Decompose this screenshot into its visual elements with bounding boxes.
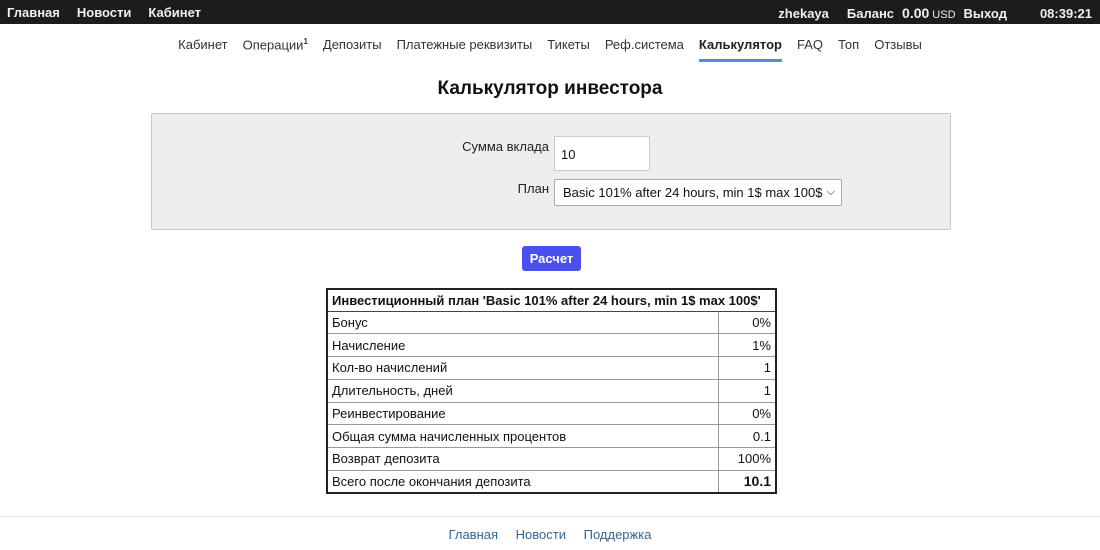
- top-link-home[interactable]: Главная: [7, 5, 60, 20]
- page-title: Калькулятор инвестора: [437, 78, 663, 99]
- plan-select[interactable]: Basic 101% after 24 hours, min 1$ max 10…: [554, 179, 842, 206]
- table-row: Бонус 0%: [326, 310, 777, 335]
- table-row: Начисление 1%: [326, 333, 777, 357]
- table-row: Возврат депозита 100%: [326, 447, 777, 471]
- top-links: Главная Новости Кабинет: [7, 5, 218, 20]
- row-value: 0%: [717, 401, 777, 426]
- top-user-area: zhekaya Баланс 0.00 USD Выход 08:39:21: [778, 5, 1092, 21]
- nav-item-cabinet[interactable]: Кабинет: [178, 37, 227, 62]
- row-label: Кол-во начислений: [326, 356, 719, 380]
- calculate-button[interactable]: Расчет: [522, 246, 581, 271]
- sum-input[interactable]: 10: [554, 136, 650, 171]
- plan-select-value: Basic 101% after 24 hours, min 1$ max 10…: [563, 185, 823, 200]
- nav-item-referral[interactable]: Реф.система: [605, 37, 684, 62]
- top-link-cabinet[interactable]: Кабинет: [148, 5, 201, 20]
- row-label: Возврат депозита: [326, 447, 719, 471]
- row-label: Начисление: [326, 333, 719, 357]
- username[interactable]: zhekaya: [778, 6, 829, 21]
- top-bar: Главная Новости Кабинет zhekaya Баланс 0…: [0, 0, 1100, 24]
- row-value: 1%: [717, 333, 777, 357]
- operations-badge: 1: [303, 37, 308, 46]
- results-table: Инвестиционный план 'Basic 101% after 24…: [326, 288, 777, 494]
- nav-item-faq[interactable]: FAQ: [797, 37, 823, 62]
- table-row: Общая сумма начисленных процентов 0.1: [326, 424, 777, 448]
- nav-item-label: Операции: [242, 37, 304, 53]
- main-nav: Кабинет Операции1 Депозиты Платежные рек…: [0, 37, 1100, 62]
- footer-divider: [0, 516, 1100, 517]
- clock: 08:39:21: [1039, 6, 1092, 21]
- footer-link-support[interactable]: Поддержка: [584, 527, 652, 542]
- nav-item-top[interactable]: Топ: [838, 37, 859, 62]
- sum-label: Сумма вклада: [462, 139, 549, 154]
- row-value: 100%: [717, 447, 777, 471]
- balance-label: Баланс: [846, 6, 895, 21]
- table-row: Всего после окончания депозита 10.1: [326, 469, 777, 494]
- nav-item-payment-details[interactable]: Платежные реквизиты: [397, 37, 533, 62]
- chevron-down-icon: ⌵: [826, 186, 835, 198]
- table-row: Кол-во начислений 1: [326, 356, 777, 380]
- footer-link-news[interactable]: Новости: [516, 527, 566, 542]
- footer-link-home[interactable]: Главная: [449, 527, 498, 542]
- footer-links: Главная Новости Поддержка: [0, 527, 1100, 542]
- row-label: Всего после окончания депозита: [326, 469, 719, 494]
- nav-item-deposits[interactable]: Депозиты: [323, 37, 382, 62]
- balance-currency: USD: [932, 9, 956, 21]
- logout-link[interactable]: Выход: [964, 6, 1007, 21]
- row-value: 1: [717, 356, 777, 380]
- row-label: Реинвестирование: [326, 401, 719, 426]
- nav-item-reviews[interactable]: Отзывы: [874, 37, 922, 62]
- plan-label: План: [517, 181, 549, 196]
- calculator-form: Сумма вклада 10 План Basic 101% after 24…: [151, 113, 951, 230]
- row-value: 0%: [717, 310, 777, 335]
- nav-item-tickets[interactable]: Тикеты: [547, 37, 590, 62]
- row-value: 0.1: [717, 424, 777, 448]
- balance-value: 0.00: [902, 5, 930, 21]
- nav-item-operations[interactable]: Операции1: [243, 37, 308, 62]
- top-link-news[interactable]: Новости: [77, 5, 132, 20]
- row-label: Общая сумма начисленных процентов: [326, 424, 719, 448]
- table-row: Длительность, дней 1: [326, 378, 777, 403]
- row-value: 1: [717, 378, 777, 403]
- row-label: Бонус: [326, 310, 719, 335]
- nav-item-calculator[interactable]: Калькулятор: [698, 37, 782, 62]
- row-label: Длительность, дней: [326, 378, 719, 403]
- row-value: 10.1: [717, 469, 777, 494]
- results-header: Инвестиционный план 'Basic 101% after 24…: [326, 288, 777, 312]
- table-row: Реинвестирование 0%: [326, 401, 777, 426]
